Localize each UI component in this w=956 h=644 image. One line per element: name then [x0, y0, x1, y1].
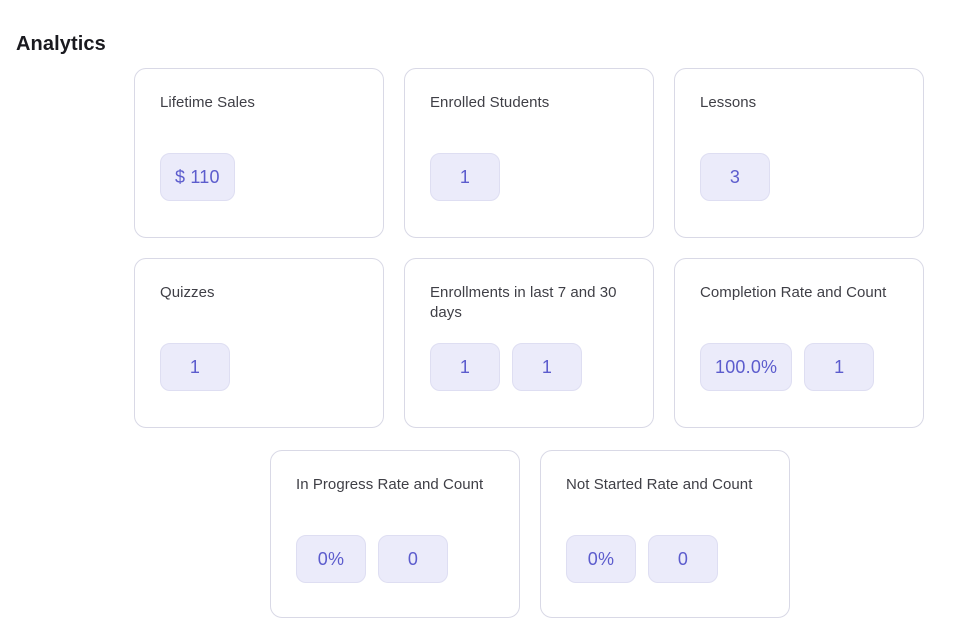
analytics-card-lessons: Lessons 3 [674, 68, 924, 238]
cards-row-3: In Progress Rate and Count 0% 0 Not Star… [270, 450, 790, 618]
card-label: Quizzes [160, 284, 215, 301]
card-badges: $ 110 [160, 153, 235, 201]
card-badges: 1 1 [430, 343, 582, 391]
cards-row-1: Lifetime Sales $ 110 Enrolled Students 1… [134, 68, 924, 238]
metric-badge: 1 [430, 153, 500, 201]
analytics-card-completion-rate-and-count: Completion Rate and Count 100.0% 1 [674, 258, 924, 428]
metric-badge-rate: 0% [296, 535, 366, 583]
metric-badge: 3 [700, 153, 770, 201]
analytics-cards-grid: Lifetime Sales $ 110 Enrolled Students 1… [0, 0, 956, 644]
card-badges: 0% 0 [296, 535, 448, 583]
metric-badge-rate: 100.0% [700, 343, 793, 391]
analytics-card-in-progress-rate-and-count: In Progress Rate and Count 0% 0 [270, 450, 520, 618]
metric-badge-30-days: 1 [512, 343, 582, 391]
metric-badge: 1 [160, 343, 230, 391]
analytics-card-enrollments-last-7-and-30-days: Enrollments in last 7 and 30 days 1 1 [404, 258, 654, 428]
metric-badge-7-days: 1 [430, 343, 500, 391]
card-label: Lifetime Sales [160, 94, 255, 111]
card-label: Completion Rate and Count [700, 284, 887, 301]
card-badges: 1 [430, 153, 500, 201]
card-label: Lessons [700, 94, 757, 111]
card-badges: 100.0% 1 [700, 343, 875, 391]
card-label: Not Started Rate and Count [566, 476, 753, 493]
metric-badge-count: 0 [648, 535, 718, 583]
metric-badge-count: 1 [804, 343, 875, 391]
analytics-card-quizzes: Quizzes 1 [134, 258, 384, 428]
metric-badge-count: 0 [378, 535, 448, 583]
card-label: In Progress Rate and Count [296, 476, 484, 493]
analytics-card-enrolled-students: Enrolled Students 1 [404, 68, 654, 238]
card-label: Enrollments in last 7 and 30 days [430, 284, 617, 321]
analytics-card-lifetime-sales: Lifetime Sales $ 110 [134, 68, 384, 238]
card-badges: 0% 0 [566, 535, 718, 583]
card-badges: 3 [700, 153, 770, 201]
card-label: Enrolled Students [430, 94, 550, 111]
metric-badge: $ 110 [160, 153, 235, 201]
metric-badge-rate: 0% [566, 535, 636, 583]
analytics-card-not-started-rate-and-count: Not Started Rate and Count 0% 0 [540, 450, 790, 618]
cards-row-2: Quizzes 1 Enrollments in last 7 and 30 d… [134, 258, 924, 428]
card-badges: 1 [160, 343, 230, 391]
